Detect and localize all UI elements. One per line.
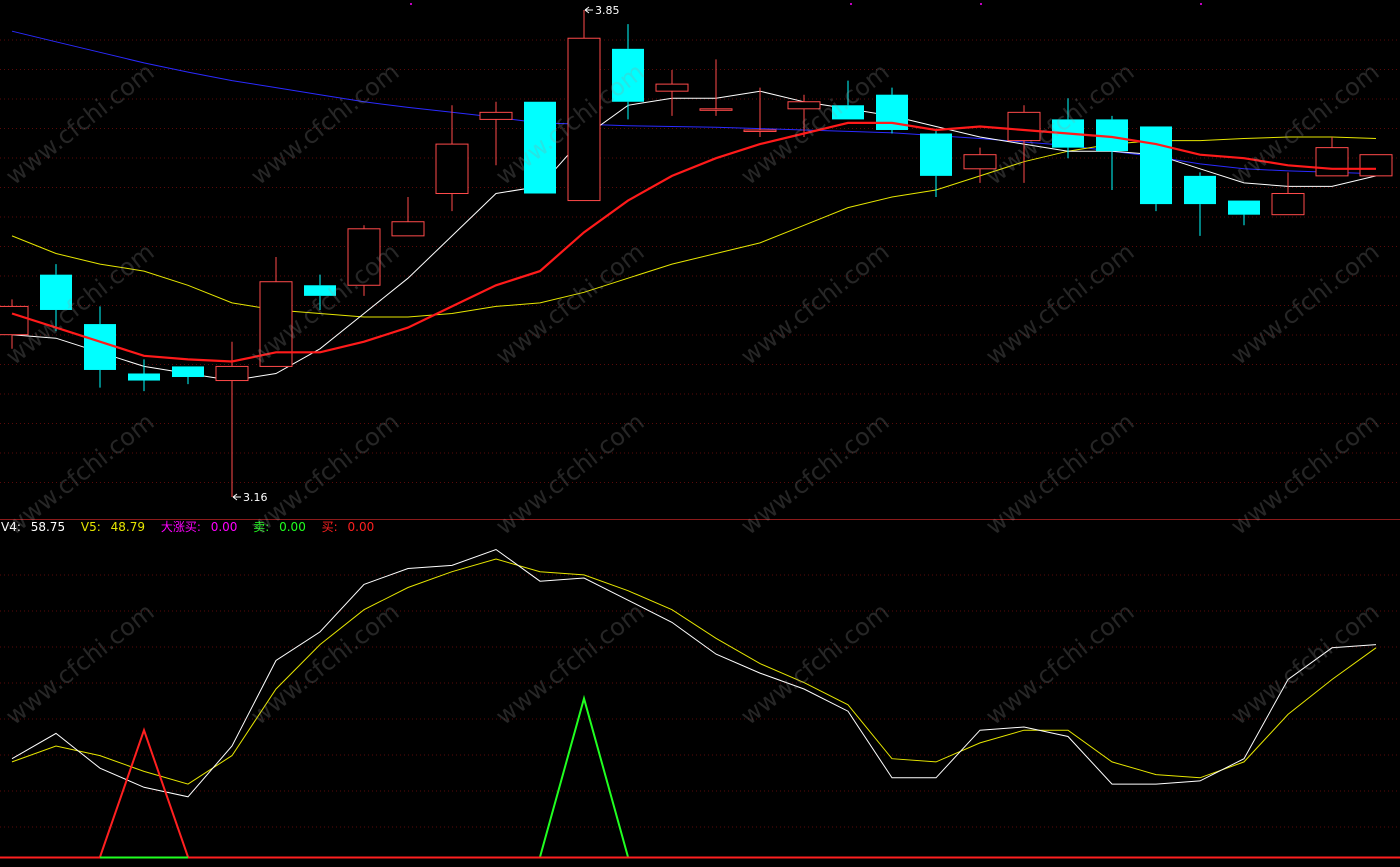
candle-body: [1315, 147, 1349, 177]
candle-body: [128, 373, 160, 381]
legend-buy: 买: 0.00: [322, 520, 381, 534]
candle-up: [963, 147, 997, 183]
legend-buy-label: 买:: [321, 520, 338, 534]
candle-body: [699, 108, 733, 111]
signal-peak: [539, 694, 629, 858]
candle-body: [743, 129, 777, 132]
candle-body: [304, 285, 336, 296]
candle-body: [215, 365, 249, 382]
kline-chart: 3.85 3.16: [0, 3, 1400, 859]
candle-up: [391, 197, 425, 237]
candle-body: [963, 154, 997, 170]
annotation-label: 3.16: [243, 491, 268, 504]
sell-signal-line: [539, 694, 629, 858]
top-marker: [980, 3, 982, 5]
candle-body: [84, 324, 116, 370]
legend-buy-value: 0.00: [347, 520, 375, 534]
legend-v4-label: V4:: [1, 520, 21, 534]
candle-up: [215, 341, 249, 497]
candle-up: [479, 101, 513, 166]
legend-big-rise-label: 大涨买:: [160, 520, 201, 534]
legend-v4-value: 58.75: [30, 520, 66, 534]
candle-body: [172, 366, 204, 378]
candle-body: [1359, 154, 1393, 177]
candle-down: [1228, 200, 1260, 226]
candle-up: [0, 299, 29, 349]
annotation-label: 3.85: [595, 4, 620, 17]
candle-up: [743, 87, 777, 138]
candle-body: [347, 228, 381, 286]
high-price-annotation: 3.85: [584, 4, 620, 17]
candle-body: [40, 274, 72, 310]
candle-body: [1271, 193, 1305, 216]
legend-v5-value: 48.79: [110, 520, 145, 534]
candle-body: [612, 48, 644, 102]
legend-v5: V5: 48.79: [81, 520, 151, 534]
candle-up: [1271, 172, 1305, 216]
candle-body: [920, 133, 952, 176]
candle-body: [0, 305, 29, 336]
legend-big-rise: 大涨买: 0.00: [161, 520, 244, 534]
candle-body: [567, 37, 601, 202]
low-price-annotation: 3.16: [232, 491, 268, 504]
candle-up: [259, 257, 293, 367]
legend-v4: V4: 58.75: [1, 520, 71, 534]
candle-up: [1315, 137, 1349, 177]
candle-down: [524, 101, 556, 194]
candle-up: [699, 59, 733, 116]
top-marker: [850, 3, 852, 5]
candle-down: [40, 264, 72, 332]
candle-up: [435, 105, 469, 212]
candle-down: [612, 24, 644, 120]
grid-lines: [0, 39, 1400, 828]
indicator-legend: V4: 58.75 V5: 48.79 大涨买: 0.00 卖: 0.00 买:…: [1, 520, 386, 534]
top-marker: [1200, 3, 1202, 5]
candle-body: [524, 101, 556, 194]
candle-body: [832, 105, 864, 120]
top-markers: [410, 3, 1202, 5]
candle-down: [304, 274, 336, 310]
candle-down: [876, 87, 908, 134]
candle-up: [347, 225, 381, 296]
candle-body: [391, 221, 425, 237]
candle-down: [1184, 172, 1216, 236]
top-marker: [410, 3, 412, 5]
candle-down: [84, 306, 116, 388]
candle-body: [1140, 126, 1172, 205]
legend-big-rise-value: 0.00: [210, 520, 238, 534]
candle-body: [1184, 175, 1216, 205]
candle-down: [172, 366, 204, 385]
v4-line: [11, 548, 1377, 798]
candle-body: [787, 101, 821, 110]
chart-stage: 3.85 3.16 V4: 58.75 V5: 48.79 大涨买: 0.00 卖…: [0, 0, 1400, 863]
candle-body: [1007, 111, 1041, 142]
candle-down: [1140, 126, 1172, 212]
candle-body: [1228, 200, 1260, 215]
legend-sell-value: 0.00: [279, 520, 306, 534]
candle-up: [655, 69, 689, 116]
candle-body: [435, 143, 469, 195]
candle-up: [1359, 154, 1393, 177]
candle-up: [1007, 105, 1041, 183]
candle-body: [655, 83, 689, 92]
candle-up: [567, 10, 601, 202]
legend-sell-label: 卖:: [253, 520, 270, 534]
legend-sell: 卖: 0.00: [253, 520, 312, 534]
v5-line: [11, 558, 1377, 785]
candle-down: [920, 129, 952, 198]
candle-body: [479, 111, 513, 120]
candle-down: [832, 80, 864, 120]
legend-v5-label: V5:: [80, 520, 101, 534]
